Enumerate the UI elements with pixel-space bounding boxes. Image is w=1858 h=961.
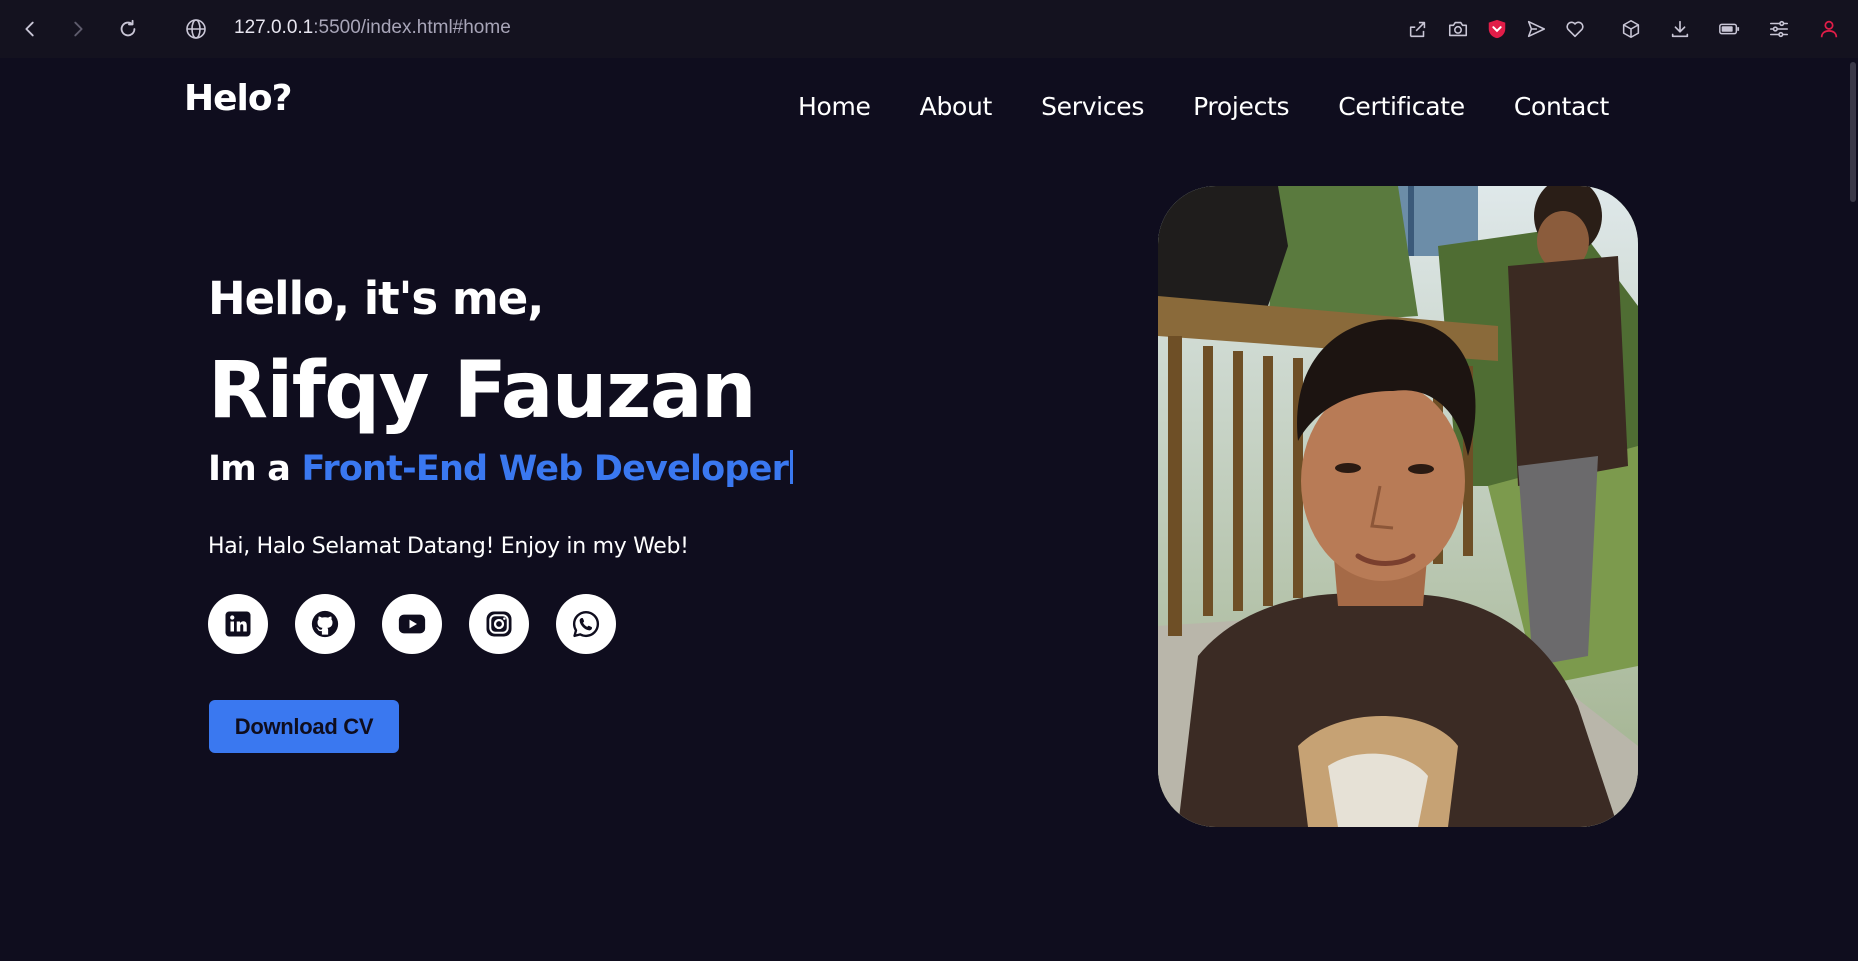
- camera-icon[interactable]: [1445, 16, 1471, 42]
- profile-photo: [1158, 186, 1638, 827]
- forward-arrow-icon[interactable]: [64, 15, 92, 43]
- reload-icon[interactable]: [114, 15, 142, 43]
- hero-role: Im a Front-End Web Developer: [208, 449, 794, 489]
- nav-about[interactable]: About: [920, 92, 993, 121]
- cube-icon[interactable]: [1618, 16, 1644, 42]
- github-icon[interactable]: [295, 594, 355, 654]
- url-path: :5500/index.html#home: [313, 17, 511, 38]
- youtube-icon[interactable]: [382, 594, 442, 654]
- download-icon[interactable]: [1667, 16, 1693, 42]
- scrollbar[interactable]: [1850, 62, 1856, 202]
- main-nav: Home About Services Projects Certificate…: [798, 92, 1609, 121]
- nav-projects[interactable]: Projects: [1193, 92, 1289, 121]
- address-bar[interactable]: 127.0.0.1:5500/index.html#home: [234, 17, 511, 39]
- profile-icon[interactable]: [1816, 16, 1842, 42]
- hero-intro: Hai, Halo Selamat Datang! Enjoy in my We…: [208, 534, 689, 559]
- nav-contact[interactable]: Contact: [1514, 92, 1609, 121]
- role-prefix: Im a: [208, 449, 302, 489]
- nav-certificate[interactable]: Certificate: [1338, 92, 1465, 121]
- shield-icon[interactable]: [1484, 16, 1510, 42]
- nav-home[interactable]: Home: [798, 92, 871, 121]
- hero-name: Rifqy Fauzan: [208, 346, 757, 436]
- role-highlight: Front-End Web Developer: [301, 449, 789, 489]
- heart-icon[interactable]: [1562, 16, 1588, 42]
- back-arrow-icon[interactable]: [16, 15, 44, 43]
- sliders-icon[interactable]: [1766, 16, 1792, 42]
- browser-toolbar: 127.0.0.1:5500/index.html#home: [0, 0, 1858, 58]
- site-logo[interactable]: Helo?: [184, 78, 292, 119]
- social-links: [208, 594, 616, 654]
- hero-greeting: Hello, it's me,: [208, 272, 544, 325]
- send-icon[interactable]: [1523, 16, 1549, 42]
- typing-cursor: [790, 450, 794, 484]
- download-cv-button[interactable]: Download CV: [209, 700, 399, 753]
- whatsapp-icon[interactable]: [556, 594, 616, 654]
- globe-icon: [186, 19, 206, 39]
- share-icon[interactable]: [1405, 16, 1431, 42]
- url-host: 127.0.0.1: [234, 17, 314, 38]
- battery-icon[interactable]: [1716, 16, 1742, 42]
- nav-services[interactable]: Services: [1041, 92, 1144, 121]
- instagram-icon[interactable]: [469, 594, 529, 654]
- linkedin-icon[interactable]: [208, 594, 268, 654]
